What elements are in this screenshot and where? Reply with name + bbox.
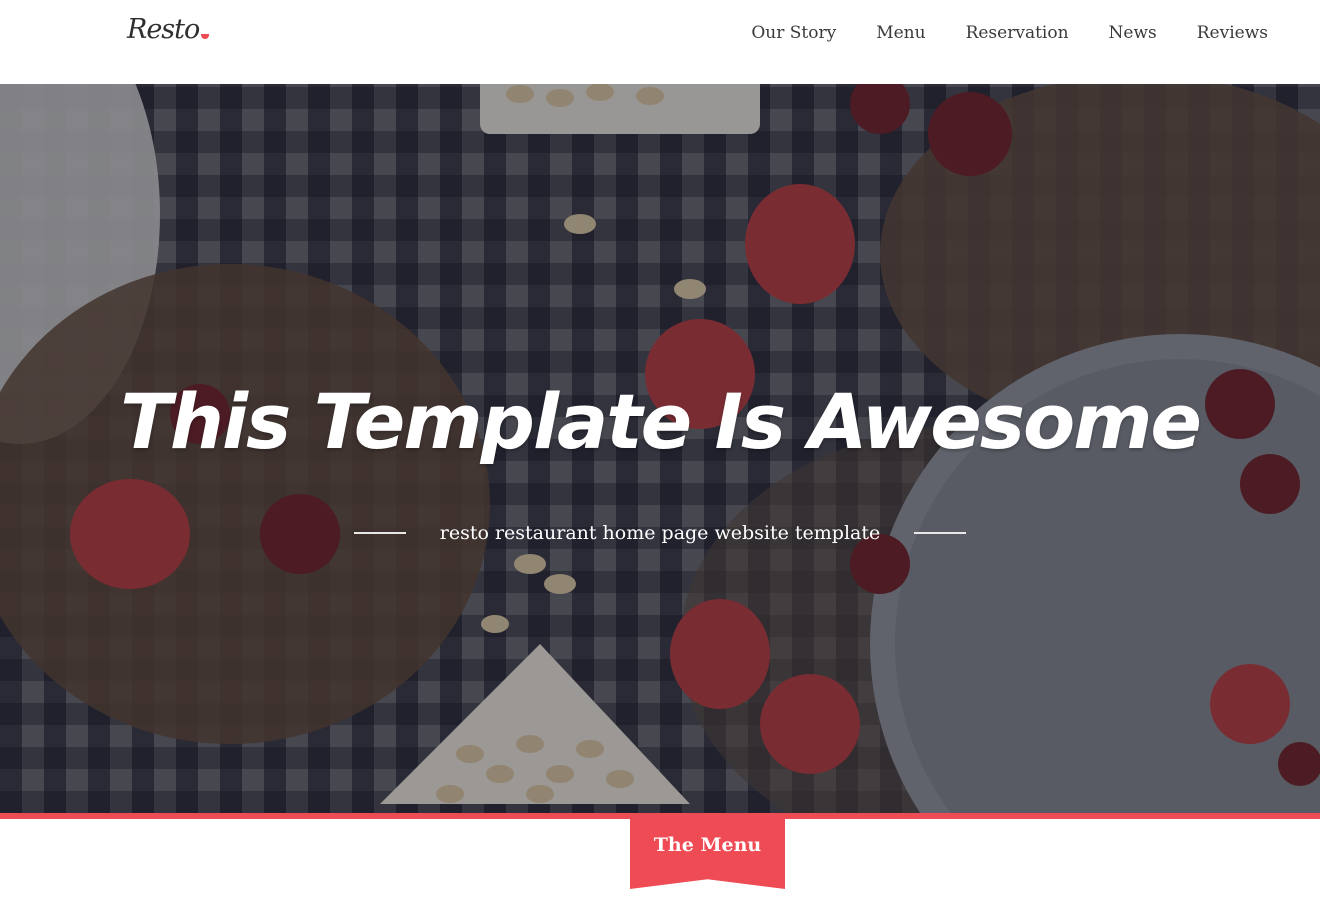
menu-section-title: The Menu <box>653 834 762 856</box>
nav-reviews[interactable]: Reviews <box>1197 20 1268 46</box>
hero-subheadline: resto restaurant home page website templ… <box>0 520 1320 546</box>
nav-news[interactable]: News <box>1109 20 1157 46</box>
divider-left <box>353 532 406 534</box>
site-header: Resto Our Story Menu Reservation News Re… <box>0 0 1320 84</box>
site-logo[interactable]: Resto <box>127 12 210 46</box>
main-nav: Our Story Menu Reservation News Reviews <box>751 20 1268 46</box>
menu-section-ribbon[interactable]: The Menu <box>630 819 785 889</box>
hero-banner: This Template Is Awesome resto restauran… <box>0 84 1320 813</box>
menu-accent-bar <box>0 813 1320 819</box>
divider-right <box>914 532 967 534</box>
hero-subtitle: resto restaurant home page website templ… <box>439 522 881 544</box>
nav-menu[interactable]: Menu <box>876 20 925 46</box>
logo-heart-icon <box>201 34 210 39</box>
nav-reservation[interactable]: Reservation <box>966 20 1069 46</box>
hero-headline: This Template Is Awesome <box>120 377 1202 466</box>
nav-our-story[interactable]: Our Story <box>751 20 836 46</box>
logo-text: Resto <box>127 14 200 45</box>
